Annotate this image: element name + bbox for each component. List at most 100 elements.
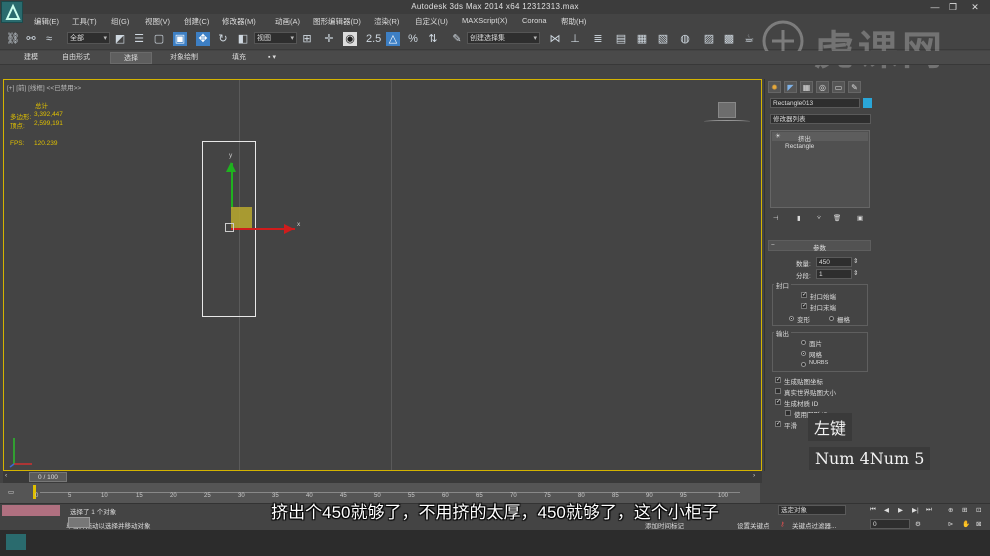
viewcube-face[interactable] — [718, 102, 736, 118]
front-viewport[interactable]: [+] [前] [线框] <<已禁用>> 总计 多边形: 3,392,447 顶… — [3, 79, 762, 471]
tab-freeform[interactable]: 自由形式 — [56, 52, 96, 64]
menu-create[interactable]: 创建(C) — [184, 16, 209, 27]
selection-filter-dropdown[interactable]: 全部 — [67, 32, 110, 44]
close-button[interactable]: ✕ — [967, 1, 983, 13]
gizmo-xy-plane[interactable] — [231, 207, 252, 228]
tab-object-paint[interactable]: 对象绘制 — [163, 52, 205, 64]
tab-selection[interactable]: 选择 — [110, 52, 152, 64]
viewport-label[interactable]: [+] [前] [线框] <<已禁用>> — [7, 82, 81, 92]
ribbon-options-icon[interactable]: ▪ ▾ — [262, 52, 282, 64]
render-production-icon[interactable]: ☕ — [742, 32, 756, 46]
tab-populate[interactable]: 填充 — [222, 52, 256, 64]
maximize-button[interactable]: ❐ — [945, 1, 961, 13]
tab-modeling[interactable]: 建模 — [14, 52, 48, 64]
smooth-checkbox[interactable]: ✓ — [775, 421, 781, 427]
reference-coord-dropdown[interactable]: 视图 — [254, 32, 297, 44]
hierarchy-tab-icon[interactable]: ▦ — [800, 81, 813, 93]
select-rotate-icon[interactable]: ↻ — [216, 32, 230, 46]
link-icon[interactable]: ⛓ — [6, 32, 20, 46]
gen-material-id-checkbox[interactable]: ✓ — [775, 399, 781, 405]
remove-modifier-icon[interactable]: 🗑 — [833, 214, 841, 222]
schematic-view-icon[interactable]: ▧ — [656, 32, 670, 46]
menu-help[interactable]: 帮助(H) — [561, 16, 586, 27]
amount-spinner-icon[interactable]: ⇕ — [853, 257, 858, 265]
show-end-result-icon[interactable]: ▮ — [797, 214, 801, 222]
edit-named-selection-icon[interactable]: ✎ — [450, 32, 464, 46]
window-crossing-icon[interactable]: ▣ — [173, 32, 187, 46]
modifier-list-dropdown[interactable]: 修改器列表 — [770, 114, 871, 124]
app-logo-icon[interactable] — [1, 1, 23, 23]
segments-spinner-icon[interactable]: ⇕ — [853, 269, 858, 277]
create-tab-icon[interactable]: ✹ — [768, 81, 781, 93]
select-move-icon[interactable]: ✥ — [196, 32, 210, 46]
nurbs-radio[interactable] — [801, 362, 806, 367]
menu-corona[interactable]: Corona — [522, 16, 547, 25]
grid-radio[interactable] — [829, 316, 834, 321]
stack-item-rectangle[interactable]: Rectangle — [785, 143, 814, 150]
object-name-field[interactable]: Rectangle013 — [770, 98, 860, 108]
graphite-toggle-icon[interactable]: ▤ — [614, 32, 628, 46]
percent-snap-icon[interactable]: % — [406, 32, 420, 46]
menu-group[interactable]: 组(G) — [111, 16, 129, 27]
real-world-map-checkbox[interactable] — [775, 388, 781, 394]
menu-maxscript[interactable]: MAXScript(X) — [462, 16, 507, 25]
unlink-icon[interactable]: ⚯ — [24, 32, 38, 46]
menu-edit[interactable]: 编辑(E) — [34, 16, 59, 27]
select-object-icon[interactable]: ◩ — [113, 32, 127, 46]
time-slider-thumb[interactable]: 0 / 100 — [29, 472, 67, 482]
cap-start-checkbox[interactable]: ✓ — [801, 292, 807, 298]
menu-animation[interactable]: 动画(A) — [275, 16, 300, 27]
configure-sets-icon[interactable]: ▣ — [857, 214, 863, 222]
patch-radio[interactable] — [801, 340, 806, 345]
pin-stack-icon[interactable]: ⊣ — [773, 214, 779, 222]
viewcube-ring[interactable] — [704, 120, 750, 123]
bulb-icon[interactable]: ☀ — [775, 132, 781, 140]
segments-input[interactable]: 1 — [816, 269, 852, 279]
mesh-radio[interactable] — [801, 351, 806, 356]
amount-input[interactable]: 450 — [816, 257, 852, 267]
utilities-tab-icon[interactable]: ✎ — [848, 81, 861, 93]
select-scale-icon[interactable]: ◧ — [236, 32, 250, 46]
slider-prev-icon[interactable]: ‹ — [5, 472, 7, 479]
spinner-snap-icon[interactable]: ⇅ — [426, 32, 440, 46]
menu-views[interactable]: 视图(V) — [145, 16, 170, 27]
display-tab-icon[interactable]: ▭ — [832, 81, 845, 93]
taskbar-3dsmax-icon[interactable] — [6, 534, 26, 550]
slider-next-icon[interactable]: › — [753, 472, 755, 479]
menu-graph-editors[interactable]: 图形编辑器(D) — [313, 16, 361, 27]
morph-radio[interactable] — [789, 316, 794, 321]
track-bar-toggle-icon[interactable]: ▭ — [8, 488, 14, 496]
align-icon[interactable]: ⊥ — [568, 32, 582, 46]
curve-editor-icon[interactable]: ▦ — [635, 32, 649, 46]
menu-rendering[interactable]: 渲染(R) — [374, 16, 399, 27]
render-setup-icon[interactable]: ▨ — [702, 32, 716, 46]
angle-snap-icon[interactable]: △ — [386, 32, 400, 46]
select-by-name-icon[interactable]: ☰ — [132, 32, 146, 46]
time-slider[interactable]: 0 / 100 ‹ › — [3, 471, 762, 483]
mirror-icon[interactable]: ⋈ — [548, 32, 562, 46]
use-shape-id-checkbox[interactable] — [785, 410, 791, 416]
snaps-toggle-icon[interactable]: 2.5 — [366, 32, 381, 46]
rect-selection-icon[interactable]: ▢ — [152, 32, 166, 46]
bind-space-warp-icon[interactable]: ≈ — [42, 32, 56, 46]
motion-tab-icon[interactable]: ◎ — [816, 81, 829, 93]
rendered-frame-icon[interactable]: ▩ — [722, 32, 736, 46]
cap-end-checkbox[interactable]: ✓ — [801, 303, 807, 309]
keyboard-shortcut-icon[interactable]: ◉ — [343, 32, 357, 46]
menu-customize[interactable]: 自定义(U) — [415, 16, 448, 27]
select-manipulate-icon[interactable]: ✛ — [322, 32, 336, 46]
pivot-center-icon[interactable]: ⊞ — [300, 32, 314, 46]
layer-manager-icon[interactable]: ≣ — [591, 32, 605, 46]
viewcube[interactable] — [704, 100, 752, 128]
parameters-rollout-header[interactable]: − 参数 — [768, 240, 871, 252]
gen-mapping-checkbox[interactable]: ✓ — [775, 377, 781, 383]
modify-tab-icon[interactable]: ◤ — [784, 81, 797, 93]
minimize-button[interactable]: — — [927, 1, 943, 13]
object-color-swatch[interactable] — [863, 98, 872, 108]
make-unique-icon[interactable]: ⩒ — [817, 214, 821, 222]
named-selection-dropdown[interactable]: 创建选择集 — [467, 32, 540, 44]
material-editor-icon[interactable]: ◍ — [678, 32, 692, 46]
stack-item-extrude[interactable]: ☀ 挤出 — [772, 132, 868, 143]
menu-tools[interactable]: 工具(T) — [72, 16, 97, 27]
menu-modifiers[interactable]: 修改器(M) — [222, 16, 256, 27]
